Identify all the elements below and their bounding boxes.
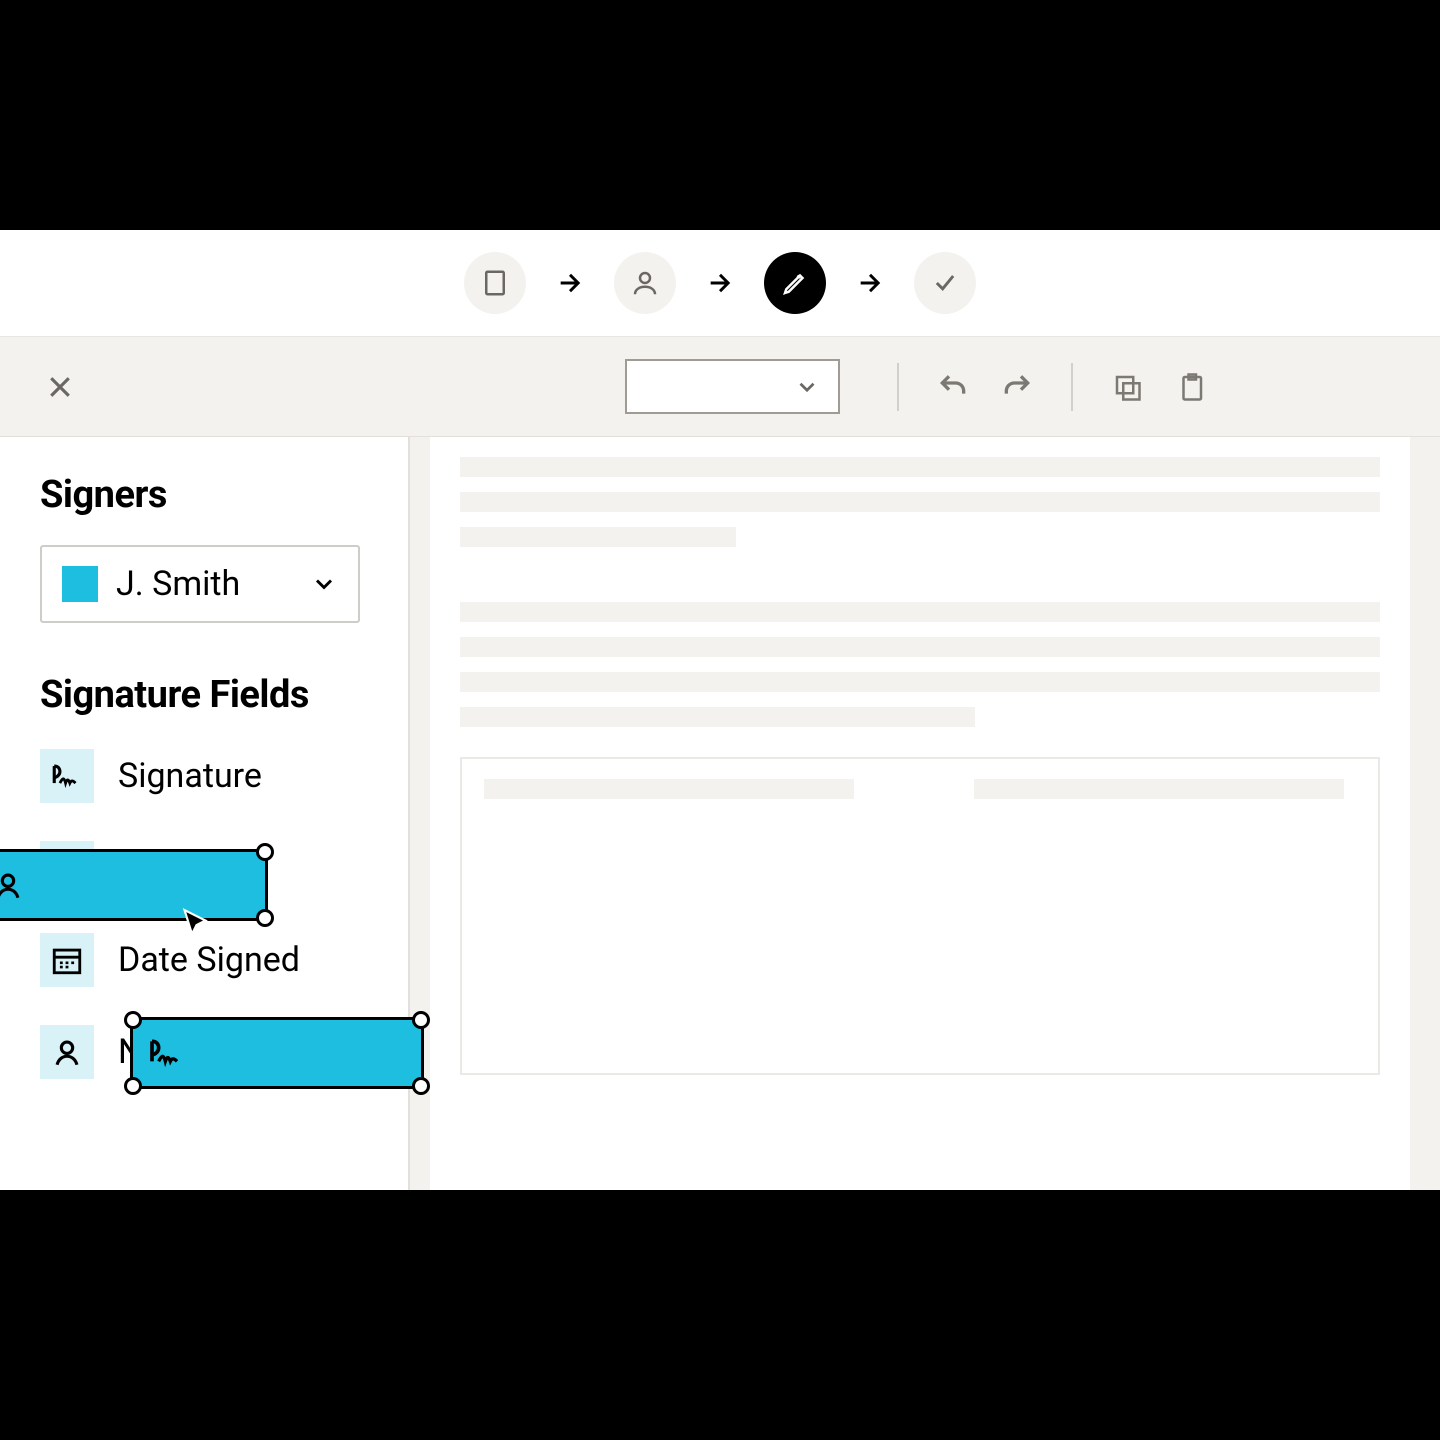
redo-icon <box>1001 371 1033 403</box>
text-placeholder <box>460 672 1380 692</box>
step-signers[interactable] <box>614 252 676 314</box>
person-icon <box>630 268 660 298</box>
step-review[interactable] <box>914 252 976 314</box>
resize-handle[interactable] <box>124 1077 142 1095</box>
fields-heading: Signature Fields <box>40 673 368 717</box>
undo-button[interactable] <box>929 363 977 411</box>
close-icon <box>45 372 75 402</box>
main-area: Signers J. Smith Signature Fields Signat… <box>0 437 1440 1190</box>
field-label: Date Signed <box>118 940 300 980</box>
step-edit[interactable] <box>764 252 826 314</box>
step-arrow-icon <box>556 269 584 297</box>
resize-handle[interactable] <box>412 1077 430 1095</box>
canvas[interactable] <box>410 437 1440 1190</box>
paste-icon <box>1176 372 1206 402</box>
placed-field-signature[interactable] <box>130 1017 424 1089</box>
signers-heading: Signers <box>40 473 368 517</box>
resize-handle[interactable] <box>412 1011 430 1029</box>
chevron-down-icon <box>310 570 338 598</box>
undo-icon <box>937 371 969 403</box>
step-document[interactable] <box>464 252 526 314</box>
text-placeholder <box>460 492 1380 512</box>
signer-name-label: J. Smith <box>116 564 292 604</box>
field-date-signed[interactable]: Date Signed <box>40 933 368 987</box>
text-placeholder <box>460 637 1380 657</box>
date-icon <box>40 933 94 987</box>
document-page[interactable] <box>430 437 1410 1190</box>
resize-handle[interactable] <box>256 909 274 927</box>
text-placeholder <box>974 779 1344 799</box>
field-signature[interactable]: Signature <box>40 749 368 803</box>
toolbar-separator <box>897 363 899 411</box>
close-button[interactable] <box>40 367 80 407</box>
step-arrow-icon <box>856 269 884 297</box>
step-bar <box>0 230 1440 337</box>
paste-button[interactable] <box>1167 363 1215 411</box>
toolbar-separator <box>1071 363 1073 411</box>
signature-area <box>460 757 1380 1075</box>
chevron-down-icon <box>794 374 820 400</box>
text-placeholder <box>460 527 736 547</box>
signature-icon <box>40 749 94 803</box>
copy-button[interactable] <box>1103 363 1151 411</box>
field-label: Signature <box>118 756 262 796</box>
copy-icon <box>1112 372 1142 402</box>
step-arrow-icon <box>706 269 734 297</box>
text-placeholder <box>484 779 854 799</box>
toolbar <box>0 337 1440 437</box>
signer-dropdown[interactable]: J. Smith <box>40 545 360 623</box>
check-icon <box>931 269 959 297</box>
text-placeholder <box>460 457 1380 477</box>
redo-button[interactable] <box>993 363 1041 411</box>
resize-handle[interactable] <box>256 843 274 861</box>
text-placeholder <box>460 707 975 727</box>
signer-color-swatch <box>62 566 98 602</box>
text-placeholder <box>460 602 1380 622</box>
name-icon <box>40 1025 94 1079</box>
zoom-select[interactable] <box>625 359 840 414</box>
signature-icon <box>147 1033 187 1073</box>
document-icon <box>480 268 510 298</box>
app-window: Signers J. Smith Signature Fields Signat… <box>0 230 1440 1190</box>
placed-field-name[interactable] <box>0 849 268 921</box>
edit-icon <box>780 268 810 298</box>
name-icon <box>0 868 25 902</box>
resize-handle[interactable] <box>124 1011 142 1029</box>
